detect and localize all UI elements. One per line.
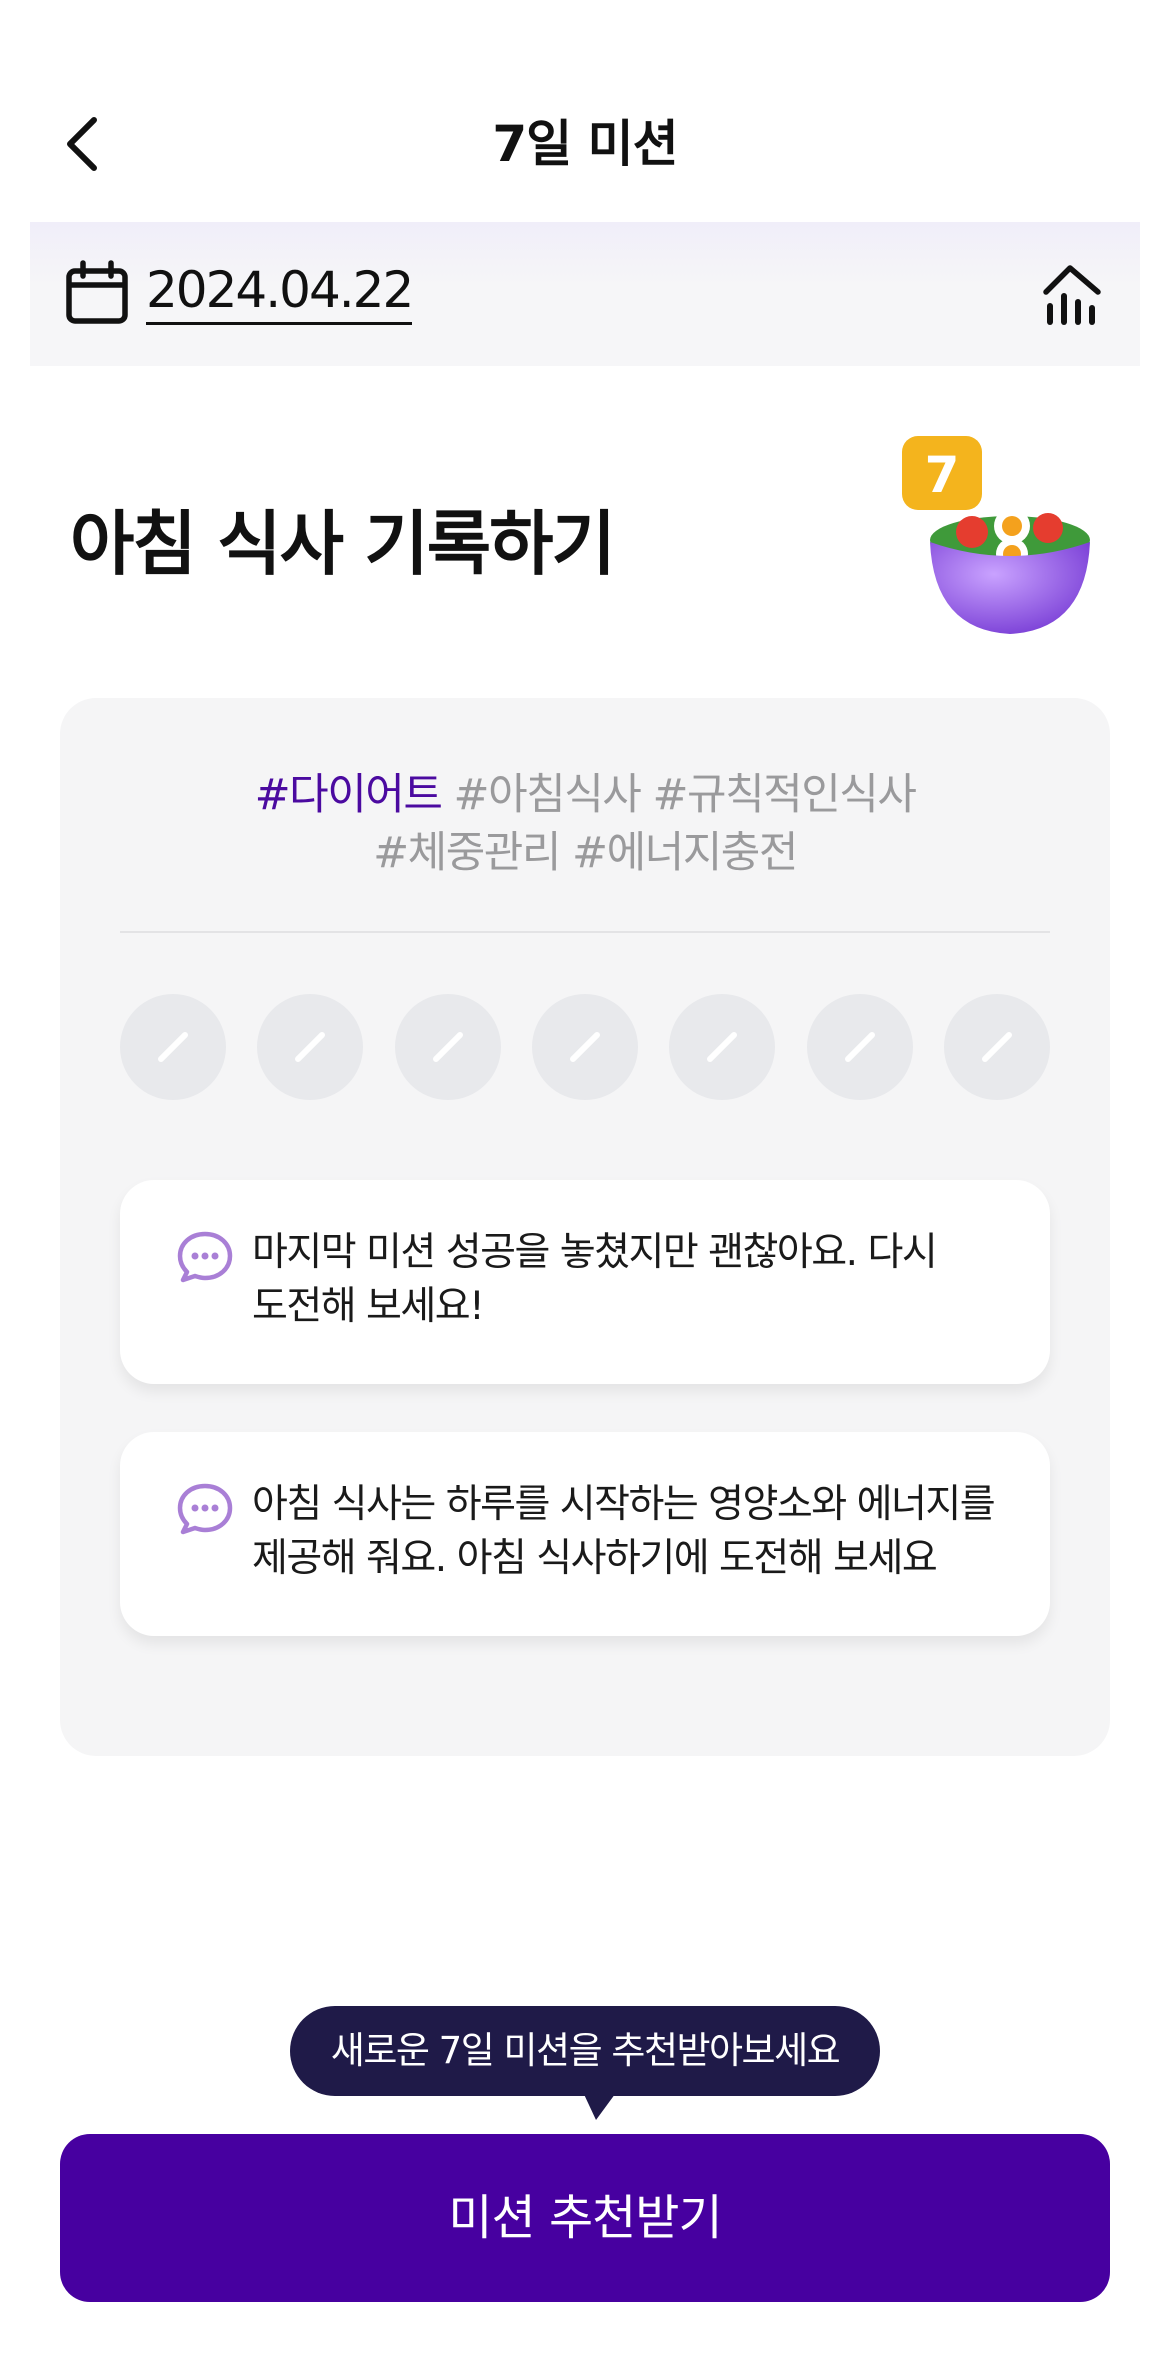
- date-bar: 2024.04.22: [30, 222, 1140, 366]
- message-card: 마지막 미션 성공을 놓쳤지만 괜찮아요. 다시 도전해 보세요!: [120, 1180, 1050, 1384]
- day-circle-4[interactable]: [531, 994, 638, 1100]
- tags-line1: #아침식사 #규칙적인식사: [441, 770, 917, 820]
- tooltip-text: 새로운 7일 미션을 추천받아보세요: [330, 2029, 841, 2072]
- message-line: 도전해 보세요!: [252, 1284, 485, 1329]
- divider: [120, 931, 1050, 933]
- message-line: 마지막 미션 성공을 놓쳤지만 괜찮아요. 다시: [252, 1230, 938, 1275]
- pencil-icon: [295, 1032, 326, 1062]
- tag-primary: #다이어트: [254, 770, 443, 820]
- pencil-icon: [569, 1032, 600, 1062]
- top-header: 7일 미션: [0, 0, 1170, 220]
- calendar-icon: [66, 260, 128, 324]
- selected-date[interactable]: 2024.04.22: [146, 262, 414, 325]
- chat-bubble-icon: [177, 1231, 233, 1283]
- message-card: 아침 식사는 하루를 시작하는 영양소와 에너지를 제공해 줘요. 아침 식사하…: [120, 1432, 1050, 1636]
- day-circle-3[interactable]: [394, 994, 501, 1100]
- day-tracker: [120, 994, 1050, 1100]
- salad-bowl-icon: 7: [902, 436, 1090, 634]
- pencil-icon: [844, 1032, 875, 1062]
- pencil-icon: [981, 1032, 1012, 1062]
- recommend-tooltip: 새로운 7일 미션을 추천받아보세요: [290, 2006, 880, 2120]
- day-circle-7[interactable]: [943, 994, 1050, 1100]
- chat-bubble-icon: [177, 1483, 233, 1535]
- day-circle-1[interactable]: [120, 994, 226, 1100]
- mission-badge-number: 7: [925, 446, 960, 504]
- hashtag-list: #다이어트 #아침식사 #규칙적인식사 #체중관리 #에너지충전: [60, 766, 1110, 882]
- message-line: 제공해 줘요. 아침 식사하기에 도전해 보세요: [252, 1536, 938, 1581]
- pencil-icon: [432, 1032, 463, 1062]
- mission-card: #다이어트 #아침식사 #규칙적인식사 #체중관리 #에너지충전 마지막 미션 …: [60, 698, 1110, 1756]
- tooltip-tail: [582, 2090, 618, 2120]
- day-circle-2[interactable]: [257, 994, 364, 1100]
- stats-button[interactable]: [1042, 258, 1104, 326]
- page-title: 7일 미션: [492, 115, 678, 173]
- mission-title: 아침 식사 기록하기: [70, 503, 616, 585]
- pencil-icon: [158, 1032, 188, 1062]
- recommend-mission-button[interactable]: 미션 추천받기: [60, 2134, 1110, 2302]
- tags-line2: #체중관리 #에너지충전: [373, 828, 798, 878]
- message-line: 아침 식사는 하루를 시작하는 영양소와 에너지를: [252, 1482, 996, 1527]
- bar-chart-icon: [1043, 265, 1101, 325]
- pencil-icon: [707, 1032, 738, 1062]
- message-text: 아침 식사는 하루를 시작하는 영양소와 에너지를 제공해 줘요. 아침 식사하…: [252, 1478, 1012, 1586]
- day-circle-5[interactable]: [669, 994, 776, 1100]
- message-text: 마지막 미션 성공을 놓쳤지만 괜찮아요. 다시 도전해 보세요!: [252, 1226, 1012, 1334]
- day-circle-6[interactable]: [806, 994, 913, 1100]
